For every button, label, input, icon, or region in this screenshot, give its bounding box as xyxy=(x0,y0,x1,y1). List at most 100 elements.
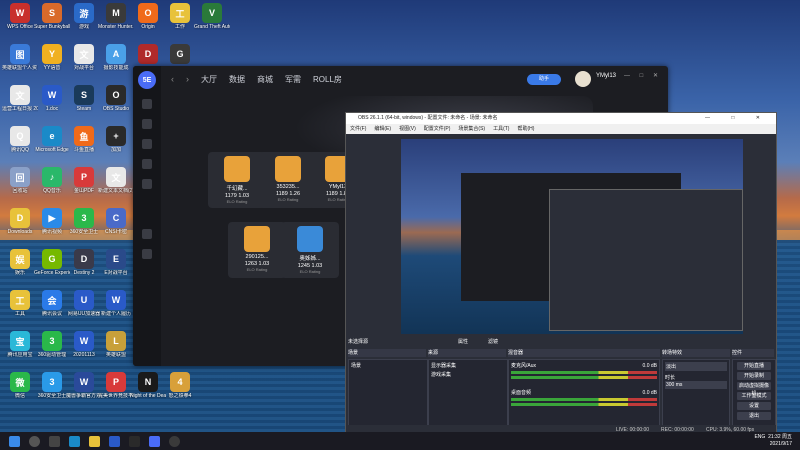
desktop-icon[interactable]: L 英雄联盟 xyxy=(98,331,134,358)
start-windows-icon[interactable] xyxy=(9,435,20,447)
start-streaming-button[interactable]: 开始直播 xyxy=(737,362,771,370)
sidebar-shield-icon[interactable] xyxy=(142,99,152,109)
tab-lobby[interactable]: 大厅 xyxy=(201,74,217,85)
obs-taskbar-icon[interactable] xyxy=(169,435,180,447)
desktop-icon[interactable]: 宝腾讯应用宝 xyxy=(2,331,38,358)
player-card[interactable]: 千幻藏... 1179 1.03 ELO Rating xyxy=(208,152,266,208)
tab-supply[interactable]: 军需 xyxy=(285,74,301,85)
attributes-button[interactable]: 属性 xyxy=(458,338,468,346)
sidebar-search-icon[interactable] xyxy=(142,229,152,239)
desktop-icon[interactable]: e Microsoft Edge xyxy=(34,126,70,153)
sidebar-moon-icon[interactable] xyxy=(142,179,152,189)
desktop-icon[interactable]: VGrand Theft Auto V xyxy=(194,3,230,30)
menu-view[interactable]: 视图(V) xyxy=(399,124,416,134)
assistant-button[interactable]: 助手 xyxy=(527,74,561,85)
desktop-icon[interactable]: GGeForce Experience xyxy=(34,249,70,276)
desktop-icon[interactable]: W 新建个人履历 xyxy=(98,290,134,317)
menu-edit[interactable]: 编辑(E) xyxy=(374,124,391,134)
desktop-icon[interactable]: C CNSI卡密 xyxy=(98,208,134,235)
menu-file[interactable]: 文件(F) xyxy=(350,124,366,134)
desktop-icon[interactable]: 工工作 xyxy=(162,3,198,30)
desktop-icon[interactable]: W WPS Office xyxy=(2,3,38,30)
desktop-icon[interactable]: 游游戏 xyxy=(66,3,102,30)
desktop-icon[interactable]: W魔兽争霸官方对战平台 xyxy=(66,372,102,399)
sidebar-chart-icon[interactable] xyxy=(142,139,152,149)
desktop-icon[interactable]: O OBS Studio xyxy=(98,85,134,112)
volume-slider[interactable] xyxy=(511,376,657,379)
desktop-icon[interactable]: 微微信 xyxy=(2,372,38,399)
tab-data[interactable]: 数据 xyxy=(229,74,245,85)
sidebar-sword-icon[interactable] xyxy=(142,119,152,129)
player-card[interactable]: 奥姊姊... 1245 1.03 ELO Rating xyxy=(281,222,339,278)
desktop-icon[interactable]: 娱娱乐 xyxy=(2,249,38,276)
client-taskbar-icon[interactable] xyxy=(149,435,160,447)
word-taskbar-icon[interactable] xyxy=(109,435,120,447)
desktop-icon[interactable]: 3 360安全卫士 xyxy=(34,372,70,399)
desktop-icon[interactable]: D xyxy=(130,44,166,65)
back-arrow-icon[interactable]: ‹ xyxy=(171,74,174,84)
desktop-icon[interactable]: 3 360安全卫士 xyxy=(66,208,102,235)
task-view-icon[interactable] xyxy=(49,435,60,447)
menu-profile[interactable]: 配置文件(P) xyxy=(424,124,451,134)
desktop-icon[interactable]: ♪ QQ音乐 xyxy=(34,167,70,194)
desktop-icon[interactable]: 文运营工程日报 20210504 xyxy=(2,85,38,112)
desktop-icon[interactable]: 工工具 xyxy=(2,290,38,317)
desktop-icon[interactable]: 文对战平台 xyxy=(66,44,102,71)
source-item[interactable]: 游戏采集 xyxy=(429,371,507,378)
desktop-icon[interactable]: A 摄影技能成 xyxy=(98,44,134,71)
system-tray[interactable]: ENG 21:32 周五 2021/9/17 xyxy=(754,434,792,448)
settings-button[interactable]: 设置 xyxy=(737,402,771,410)
desktop-icon[interactable]: G xyxy=(162,44,198,65)
desktop-icon[interactable]: 3 360驱动管理 xyxy=(34,331,70,358)
filters-button[interactable]: 滤镜 xyxy=(488,338,498,346)
sidebar-settings-icon[interactable] xyxy=(142,249,152,259)
desktop-icon[interactable]: P完美世界竞技平台 xyxy=(98,372,134,399)
virtual-camera-button[interactable]: 启动虚拟摄像机 xyxy=(737,382,771,397)
volume-slider[interactable] xyxy=(511,403,657,406)
desktop-icon[interactable]: ▶ 腾讯视频 xyxy=(34,208,70,235)
desktop-icon[interactable]: Q 腾讯QQ xyxy=(2,126,38,153)
desktop-icon[interactable]: 回回收站 xyxy=(2,167,38,194)
desktop-icon[interactable]: 4 怒之铁拳4 xyxy=(162,372,198,399)
desktop-icon[interactable]: 图英雄联盟个人资 料1 xyxy=(2,44,38,71)
desktop-icon[interactable]: Y YY语音 xyxy=(34,44,70,71)
scene-item[interactable]: 场景 xyxy=(349,360,427,371)
search-icon[interactable] xyxy=(29,435,40,447)
steam-taskbar-icon[interactable] xyxy=(129,435,140,447)
desktop-icon[interactable]: W 1.doc xyxy=(34,85,70,112)
language-indicator[interactable]: ENG xyxy=(754,434,765,440)
desktop-icon[interactable]: D Downloads xyxy=(2,208,38,235)
menu-scene-collection[interactable]: 场景集合(S) xyxy=(458,124,485,134)
obs-window-controls[interactable]: — □ ✕ xyxy=(705,113,770,124)
user-avatar[interactable] xyxy=(575,71,591,87)
desktop-icon[interactable]: 文新建文本文档(2) xyxy=(98,167,134,194)
desktop-icon[interactable]: P 金山PDF xyxy=(66,167,102,194)
desktop-icon[interactable]: U 网易UU加速器 xyxy=(66,290,102,317)
desktop-icon[interactable]: O Origin xyxy=(130,3,166,30)
desktop-icon[interactable]: 会腾讯会议 xyxy=(34,290,70,317)
client-window-controls[interactable]: — □ ✕ xyxy=(624,72,662,79)
tab-roll[interactable]: ROLL房 xyxy=(313,74,342,85)
obs-preview[interactable] xyxy=(401,139,743,334)
desktop-icon[interactable]: W 20201113 xyxy=(66,331,102,358)
desktop-icon[interactable]: N Night of the Dead xyxy=(130,372,166,399)
desktop-icon[interactable]: D Destiny 2 xyxy=(66,249,102,276)
sidebar-wifi-icon[interactable] xyxy=(142,159,152,169)
source-item[interactable]: 显示器采集 xyxy=(429,360,507,371)
start-recording-button[interactable]: 开始录制 xyxy=(737,372,771,380)
exit-button[interactable]: 退出 xyxy=(737,412,771,420)
studio-mode-button[interactable]: 工作室模式 xyxy=(737,392,771,400)
menu-tools[interactable]: 工具(T) xyxy=(493,124,509,134)
desktop-icon[interactable]: + 加加 xyxy=(98,126,134,153)
tab-store[interactable]: 商城 xyxy=(257,74,273,85)
edge-taskbar-icon[interactable] xyxy=(69,435,80,447)
menu-help[interactable]: 帮助(H) xyxy=(517,124,534,134)
desktop-icon[interactable]: 鱼斗鱼直播 xyxy=(66,126,102,153)
desktop-icon[interactable]: SSuper Bunkyball ... xyxy=(34,3,70,30)
duration-input[interactable]: 300 ms xyxy=(665,381,727,389)
transition-select[interactable]: 淡出 xyxy=(665,362,727,371)
desktop-icon[interactable]: E E对战平台 xyxy=(98,249,134,276)
player-card[interactable]: 290125... 1263 1.03 ELO Rating xyxy=(228,222,286,278)
forward-arrow-icon[interactable]: › xyxy=(186,74,189,84)
explorer-taskbar-icon[interactable] xyxy=(89,435,100,447)
